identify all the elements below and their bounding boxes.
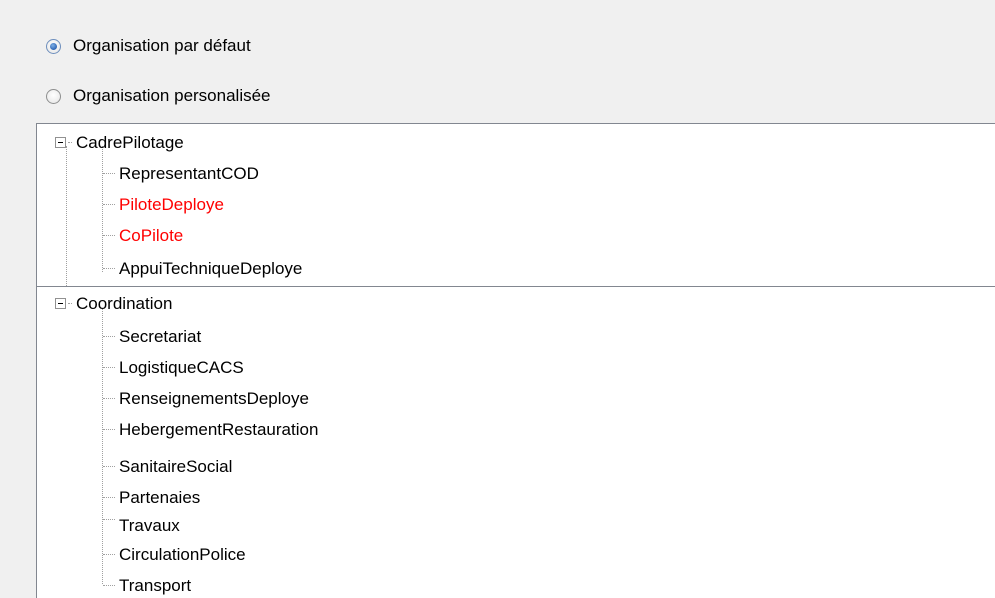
collapse-icon[interactable]: [55, 298, 66, 309]
tree-view-cadre-pilotage[interactable]: CadrePilotage RepresentantCOD PiloteDepl…: [36, 123, 995, 288]
radio-unchecked-icon: [46, 88, 61, 104]
tree-node-label: Secretariat: [119, 326, 202, 346]
tree-node-renseignements-deploye[interactable]: RenseignementsDeploye: [103, 383, 309, 414]
tree-node-label: LogistiqueCACS: [119, 357, 244, 377]
radio-custom-organisation[interactable]: Organisation personalisée: [46, 81, 271, 111]
radio-default-label: Organisation par défaut: [73, 36, 251, 55]
collapse-icon[interactable]: [55, 137, 66, 148]
tree-node-appui-technique-deploye[interactable]: AppuiTechniqueDeploye: [103, 253, 302, 284]
tree-node-cadre-pilotage[interactable]: CadrePilotage: [55, 127, 184, 158]
tree-node-label: RenseignementsDeploye: [119, 388, 309, 408]
tree-node-logistique-cacs[interactable]: LogistiqueCACS: [103, 352, 244, 383]
tree-node-label: Travaux: [119, 516, 180, 534]
tree-view-coordination[interactable]: Coordination Secretariat LogistiqueCACS …: [36, 286, 995, 598]
organisation-panel: Organisation par défaut Organisation per…: [0, 0, 995, 598]
tree-node-label: SanitaireSocial: [119, 456, 233, 476]
tree-node-label: HebergementRestauration: [119, 419, 319, 439]
tree-node-travaux[interactable]: Travaux: [103, 511, 180, 533]
tree-node-sanitaire-social[interactable]: SanitaireSocial: [103, 451, 232, 482]
tree-node-partenaies[interactable]: Partenaies: [103, 482, 200, 513]
tree-node-secretariat[interactable]: Secretariat: [103, 321, 201, 352]
radio-custom-label: Organisation personalisée: [73, 86, 271, 105]
tree-node-label: CadrePilotage: [76, 132, 184, 152]
tree-node-label: CoPilote: [119, 225, 184, 245]
radio-checked-icon: [46, 38, 61, 54]
tree-node-label: PiloteDeploye: [119, 194, 224, 214]
tree-node-label: Coordination: [76, 293, 173, 313]
tree-node-circulation-police[interactable]: CirculationPolice: [103, 539, 246, 570]
tree-node-label: CirculationPolice: [119, 544, 246, 564]
tree-node-label: Partenaies: [119, 487, 201, 507]
radio-default-organisation[interactable]: Organisation par défaut: [46, 31, 251, 61]
tree-node-pilote-deploye[interactable]: PiloteDeploye: [103, 189, 224, 220]
tree-node-label: RepresentantCOD: [119, 163, 259, 183]
tree-node-copilote[interactable]: CoPilote: [103, 220, 183, 251]
tree-node-coordination[interactable]: Coordination: [55, 288, 172, 319]
tree-node-transport[interactable]: Transport: [103, 570, 191, 598]
tree-node-representant-cod[interactable]: RepresentantCOD: [103, 158, 259, 189]
tree-node-hebergement-restauration[interactable]: HebergementRestauration: [103, 414, 318, 445]
tree-node-label: AppuiTechniqueDeploye: [119, 258, 303, 278]
tree-node-label: Transport: [119, 575, 192, 595]
